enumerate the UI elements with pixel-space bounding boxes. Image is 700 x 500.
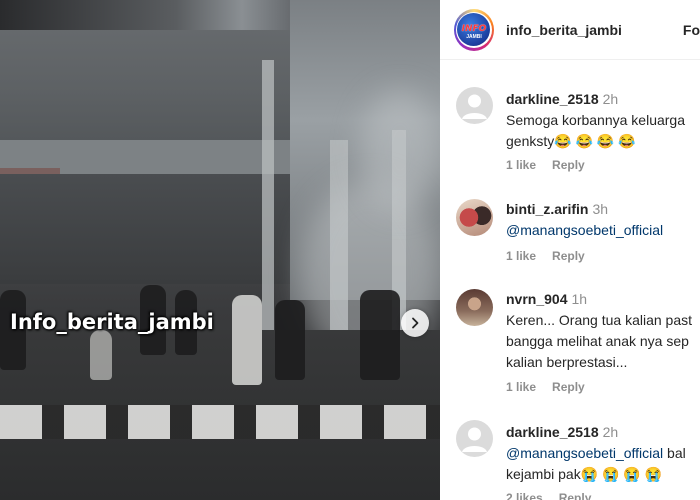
comment-text-line: genksty😂 😂 😂 😂 — [506, 133, 636, 149]
comment-text-line: Keren... Orang tua kalian past — [506, 312, 692, 328]
like-count[interactable]: 2 likes — [506, 491, 543, 500]
comment-text-line: kejambi pak😭 😭 😭 😭 — [506, 466, 663, 482]
comments-list: darkline_2518 2h Semoga korbannya keluarg… — [440, 61, 700, 500]
video-watermark: Info_berita_jambi — [10, 310, 214, 334]
comment-time[interactable]: 2h — [603, 424, 619, 440]
comment-time[interactable]: 1h — [571, 291, 587, 307]
default-user-icon — [462, 94, 487, 119]
like-count[interactable]: 1 like — [506, 249, 536, 263]
post-author-username[interactable]: info_berita_jambi — [506, 22, 622, 38]
avatar[interactable] — [456, 199, 493, 236]
comment-time[interactable]: 3h — [592, 201, 608, 217]
default-user-icon — [462, 427, 487, 452]
avatar[interactable] — [456, 87, 493, 124]
comments-panel: INFO JAMBI info_berita_jambi Fo darkline… — [440, 0, 700, 500]
post-media[interactable]: Info_berita_jambi — [0, 0, 440, 500]
follow-button[interactable]: Fo — [683, 22, 700, 38]
reply-button[interactable]: Reply — [559, 491, 592, 500]
comment-username[interactable]: binti_z.arifin — [506, 201, 588, 217]
reply-button[interactable]: Reply — [552, 158, 585, 172]
post-header: INFO JAMBI info_berita_jambi Fo — [440, 0, 700, 60]
next-media-button[interactable] — [401, 309, 429, 337]
profile-avatar[interactable]: INFO JAMBI — [454, 8, 494, 51]
comment-time[interactable]: 2h — [603, 91, 619, 107]
comment-text-line: kalian berprestasi... — [506, 354, 628, 370]
comment-text-line: bal — [663, 445, 686, 461]
comment-username[interactable]: darkline_2518 — [506, 424, 599, 440]
avatar[interactable] — [456, 420, 493, 457]
comment-mention[interactable]: @manangsoebeti_official — [506, 445, 663, 461]
like-count[interactable]: 1 like — [506, 158, 536, 172]
comment-mention[interactable]: @manangsoebeti_official — [506, 222, 663, 238]
comment-username[interactable]: nvrn_904 — [506, 291, 567, 307]
logo-text: INFO — [461, 24, 487, 34]
chevron-right-icon — [412, 317, 419, 329]
comment-text-line: bangga melihat anak nya sep — [506, 333, 689, 349]
reply-button[interactable]: Reply — [552, 380, 585, 394]
logo-subtext: JAMBI — [466, 34, 482, 40]
comment-text-line: Semoga korbannya keluarga — [506, 112, 686, 128]
reply-button[interactable]: Reply — [552, 249, 585, 263]
like-count[interactable]: 1 like — [506, 380, 536, 394]
info-berita-jambi-logo: INFO JAMBI — [457, 13, 491, 46]
comment-username[interactable]: darkline_2518 — [506, 91, 599, 107]
avatar[interactable] — [456, 289, 493, 326]
